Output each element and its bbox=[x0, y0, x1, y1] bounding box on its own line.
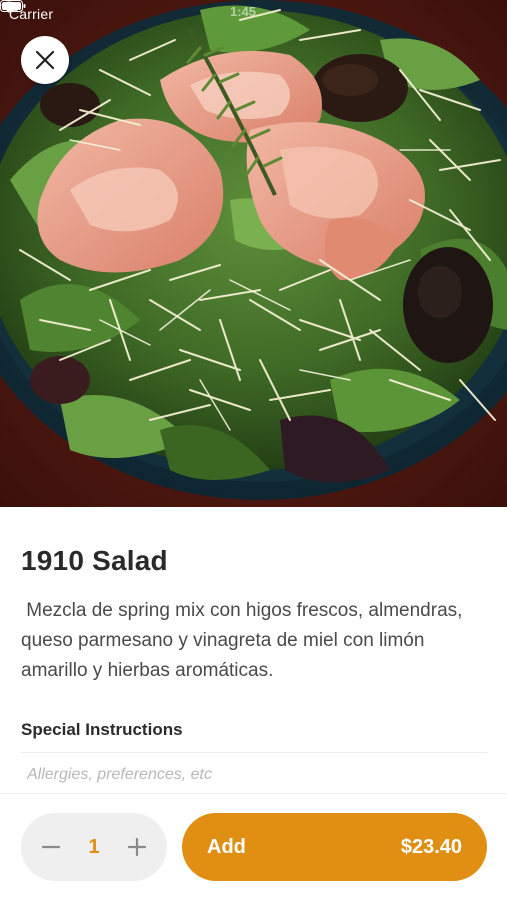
close-icon bbox=[35, 50, 55, 70]
minus-icon bbox=[42, 845, 60, 849]
item-title: 1910 Salad bbox=[21, 545, 168, 576]
add-button-label: Add bbox=[207, 836, 246, 858]
battery-icon bbox=[0, 0, 26, 12]
add-to-order-button[interactable]: Add $23.40 bbox=[182, 813, 487, 881]
divider bbox=[21, 752, 487, 753]
close-button[interactable] bbox=[21, 36, 69, 84]
add-button-price: $23.40 bbox=[400, 836, 462, 858]
hero-image: Carrier 1:45 bbox=[0, 0, 507, 507]
special-instructions-label: Special Instructions bbox=[21, 720, 183, 739]
increment-button[interactable] bbox=[113, 813, 161, 881]
salad-photo bbox=[0, 0, 507, 507]
item-description: Mezcla de spring mix con higos frescos, … bbox=[21, 600, 468, 681]
quantity-stepper: 1 bbox=[21, 813, 167, 881]
divider bbox=[0, 793, 507, 794]
special-instructions-input[interactable] bbox=[21, 760, 499, 790]
quantity-value: 1 bbox=[88, 836, 100, 858]
status-time: 1:45 bbox=[230, 4, 257, 19]
plus-icon bbox=[128, 838, 146, 856]
status-bar: Carrier 1:45 bbox=[0, 0, 507, 28]
decrement-button[interactable] bbox=[27, 813, 75, 881]
